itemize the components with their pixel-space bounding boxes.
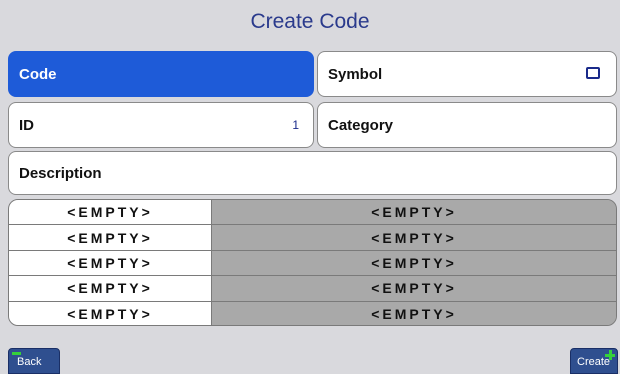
category-field[interactable]: Category — [317, 102, 617, 148]
description-label: Description — [19, 164, 102, 182]
id-label: ID — [19, 116, 34, 134]
back-label: Back — [17, 356, 42, 368]
table-cell-right[interactable]: <EMPTY> — [212, 200, 616, 225]
page-title: Create Code — [250, 10, 370, 33]
checkbox-icon[interactable] — [586, 67, 600, 79]
plus-icon — [605, 350, 615, 360]
table-cell-left[interactable]: <EMPTY> — [9, 250, 212, 276]
code-table: <EMPTY> <EMPTY> <EMPTY> <EMPTY> <EMPTY> … — [8, 199, 617, 326]
table-row[interactable]: <EMPTY> <EMPTY> — [9, 276, 616, 302]
category-label: Category — [328, 116, 394, 134]
description-field[interactable]: Description — [8, 151, 617, 195]
table-row[interactable]: <EMPTY> <EMPTY> — [9, 200, 616, 226]
table-row[interactable]: <EMPTY> <EMPTY> — [9, 225, 616, 251]
table-cell-right[interactable]: <EMPTY> — [212, 301, 616, 325]
back-button[interactable]: Back — [8, 348, 60, 374]
table-cell-right[interactable]: <EMPTY> — [212, 276, 616, 301]
table-cell-right[interactable]: <EMPTY> — [212, 225, 616, 250]
table-cell-left[interactable]: <EMPTY> — [9, 225, 212, 250]
create-button[interactable]: Create — [570, 348, 618, 374]
table-cell-left[interactable]: <EMPTY> — [9, 200, 212, 225]
table-cell-left[interactable]: <EMPTY> — [9, 276, 212, 301]
table-cell-left[interactable]: <EMPTY> — [9, 301, 212, 325]
table-row[interactable]: <EMPTY> <EMPTY> — [9, 301, 616, 325]
id-value: 1 — [292, 118, 299, 132]
minus-icon — [12, 352, 21, 355]
table-row[interactable]: <EMPTY> <EMPTY> — [9, 250, 616, 277]
table-cell-right[interactable]: <EMPTY> — [212, 250, 616, 276]
symbol-label: Symbol — [328, 65, 383, 83]
code-label: Code — [19, 65, 57, 83]
id-field[interactable]: ID 1 — [8, 102, 314, 148]
code-field[interactable]: Code — [8, 51, 314, 97]
symbol-field[interactable]: Symbol — [317, 51, 617, 97]
